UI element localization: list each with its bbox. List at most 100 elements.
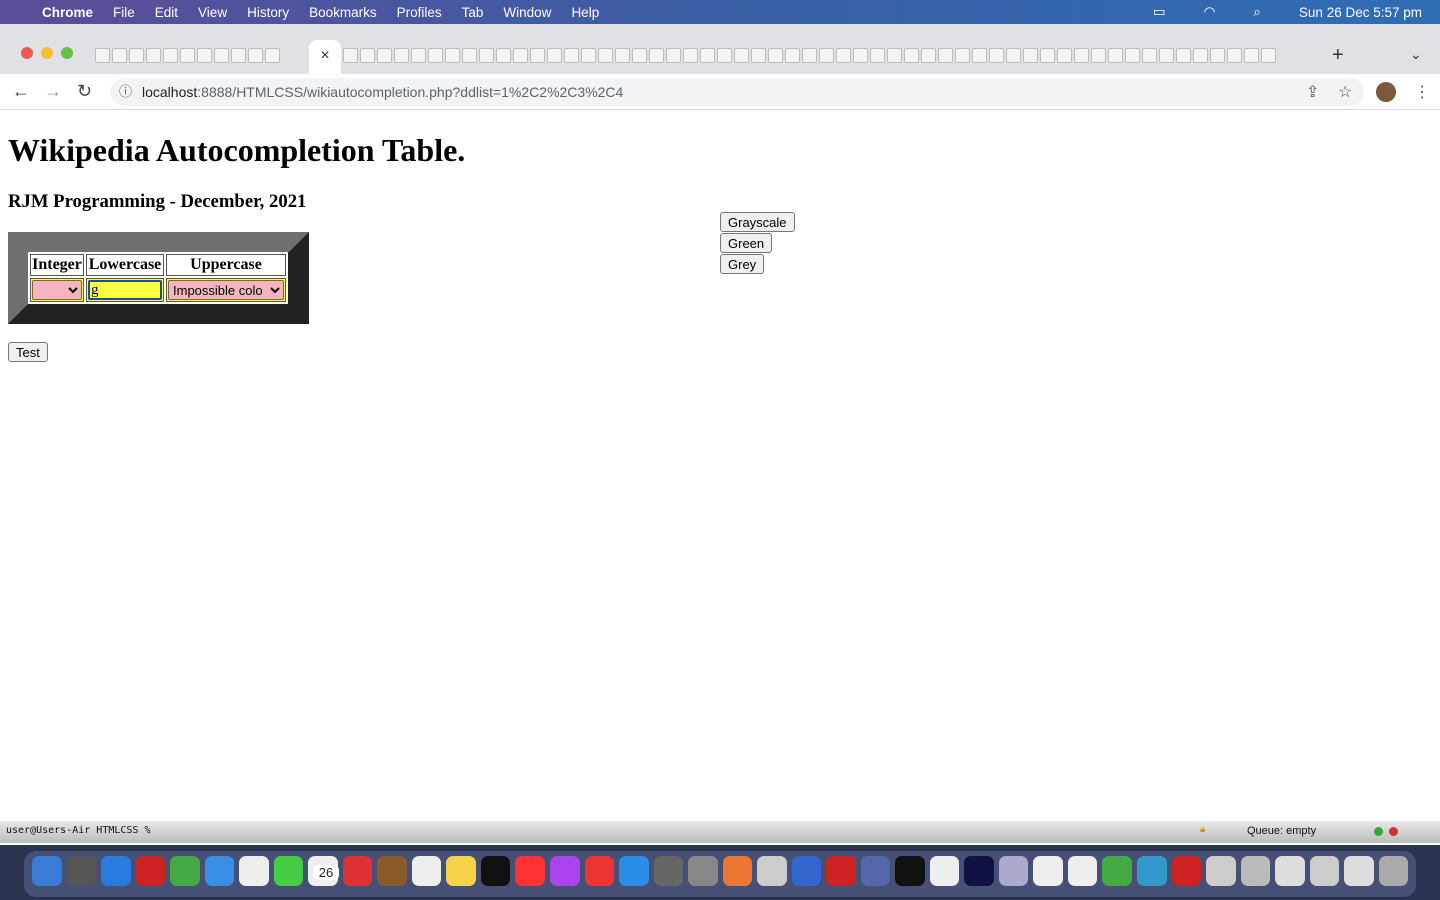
menu-bookmarks[interactable]: Bookmarks — [309, 5, 377, 20]
tab-favicon[interactable] — [248, 48, 263, 63]
tab-favicon[interactable] — [938, 48, 953, 63]
grey-button[interactable]: Grey — [720, 254, 765, 274]
dock-app-icon[interactable] — [101, 856, 131, 886]
tab-favicon[interactable] — [785, 48, 800, 63]
tab-favicon[interactable] — [547, 48, 562, 63]
dock-app-icon[interactable] — [860, 856, 891, 886]
dock-app-icon[interactable] — [515, 856, 545, 886]
search-icon[interactable]: ⌕ — [1253, 4, 1261, 20]
dock-app-icon[interactable] — [688, 856, 718, 886]
tab-favicon[interactable] — [649, 48, 664, 63]
tab-favicon[interactable] — [853, 48, 868, 63]
address-bar[interactable]: ⓘ localhost:8888/HTMLCSS/wikiautocompleti… — [110, 78, 1364, 106]
tab-favicon[interactable] — [836, 48, 851, 63]
dock-app-icon[interactable] — [998, 856, 1029, 886]
tab-favicon[interactable] — [632, 48, 647, 63]
tab-favicon[interactable] — [666, 48, 681, 63]
menu-view[interactable]: View — [198, 5, 227, 20]
lowercase-input[interactable]: g — [88, 280, 162, 300]
info-icon[interactable]: ⓘ — [119, 78, 132, 106]
active-tab[interactable]: × — [309, 40, 341, 74]
share-icon[interactable]: ⇪ — [1306, 82, 1319, 102]
tab-favicon[interactable] — [870, 48, 885, 63]
close-window-button[interactable] — [21, 47, 33, 59]
dock-app-icon[interactable] — [1067, 856, 1098, 886]
tab-favicon[interactable] — [479, 48, 494, 63]
dock-app-icon[interactable] — [1275, 856, 1305, 886]
menu-profiles[interactable]: Profiles — [397, 5, 442, 20]
dock-app-icon[interactable] — [411, 856, 442, 886]
forward-icon[interactable]: → — [44, 81, 62, 102]
menu-edit[interactable]: Edit — [155, 5, 178, 20]
grayscale-button[interactable]: Grayscale — [720, 212, 795, 232]
dock-app-icon[interactable] — [1102, 856, 1132, 886]
menu-help[interactable]: Help — [571, 5, 599, 20]
dock-app-icon[interactable] — [619, 856, 649, 886]
tab-favicon[interactable] — [598, 48, 613, 63]
profile-avatar[interactable] — [1376, 82, 1396, 102]
dock-app-icon[interactable] — [1378, 856, 1409, 886]
tab-favicon[interactable] — [1210, 48, 1225, 63]
tab-favicon[interactable] — [1159, 48, 1174, 63]
dock-app-icon[interactable] — [377, 856, 407, 886]
tab-favicon[interactable] — [513, 48, 528, 63]
tab-favicon[interactable] — [1142, 48, 1157, 63]
dock-app-icon[interactable] — [446, 856, 476, 886]
tab-favicon[interactable] — [462, 48, 477, 63]
dock-app-icon[interactable] — [549, 856, 580, 886]
tab-favicon[interactable] — [180, 48, 195, 63]
green-button[interactable]: Green — [720, 233, 773, 253]
tab-favicon[interactable] — [972, 48, 987, 63]
menu-file[interactable]: File — [113, 5, 135, 20]
menu-app[interactable]: Chrome — [42, 5, 93, 20]
tab-favicon[interactable] — [581, 48, 596, 63]
tab-favicon[interactable] — [717, 48, 732, 63]
dock-app-icon[interactable] — [1240, 856, 1271, 886]
menu-tab[interactable]: Tab — [462, 5, 484, 20]
menu-history[interactable]: History — [247, 5, 289, 20]
tab-favicon[interactable] — [1108, 48, 1123, 63]
tab-favicon[interactable] — [1244, 48, 1259, 63]
tab-favicon[interactable] — [1040, 48, 1055, 63]
tab-favicon[interactable] — [802, 48, 817, 63]
tab-favicon[interactable] — [530, 48, 545, 63]
dock-app-icon[interactable] — [239, 856, 269, 886]
datetime[interactable]: Sun 26 Dec 5:57 pm — [1299, 5, 1422, 20]
battery-icon[interactable]: ▭ — [1153, 4, 1166, 20]
tab-favicon[interactable] — [887, 48, 902, 63]
tab-favicon[interactable] — [1227, 48, 1242, 63]
tab-favicon[interactable] — [394, 48, 409, 63]
tab-favicon[interactable] — [197, 48, 212, 63]
tab-favicon[interactable] — [360, 48, 375, 63]
tab-favicon[interactable] — [112, 48, 127, 63]
uppercase-select[interactable]: Impossible colo — [168, 280, 284, 300]
tab-favicon[interactable] — [1261, 48, 1276, 63]
tab-favicon[interactable] — [1091, 48, 1106, 63]
tab-favicon[interactable] — [955, 48, 970, 63]
dock-app-icon[interactable] — [1137, 856, 1167, 886]
tab-favicon[interactable] — [921, 48, 936, 63]
dock-app-icon[interactable] — [32, 856, 62, 886]
tab-favicon[interactable] — [95, 48, 110, 63]
dock-app-icon[interactable] — [66, 856, 97, 886]
tab-favicon[interactable] — [904, 48, 919, 63]
tab-favicon[interactable] — [377, 48, 392, 63]
tab-favicon[interactable] — [496, 48, 511, 63]
dock-app-icon[interactable] — [826, 856, 856, 886]
tab-favicon[interactable] — [819, 48, 834, 63]
tab-favicon[interactable] — [615, 48, 630, 63]
integer-select[interactable] — [32, 280, 82, 300]
maximize-window-button[interactable] — [61, 47, 73, 59]
more-menu-icon[interactable]: ⋮ — [1414, 82, 1430, 102]
tab-favicon[interactable] — [1057, 48, 1072, 63]
terminal-prompt[interactable]: user@Users-Air HTMLCSS % — [6, 825, 151, 836]
tab-favicon[interactable] — [1125, 48, 1140, 63]
dock-app-icon[interactable] — [273, 856, 304, 886]
dock-app-icon[interactable] — [584, 856, 615, 886]
tab-favicon[interactable] — [564, 48, 579, 63]
tab-favicon[interactable] — [343, 48, 358, 63]
tab-favicon[interactable] — [428, 48, 443, 63]
dock-app-icon[interactable] — [135, 856, 166, 886]
tab-favicon[interactable] — [1074, 48, 1089, 63]
tab-favicon[interactable] — [1006, 48, 1021, 63]
